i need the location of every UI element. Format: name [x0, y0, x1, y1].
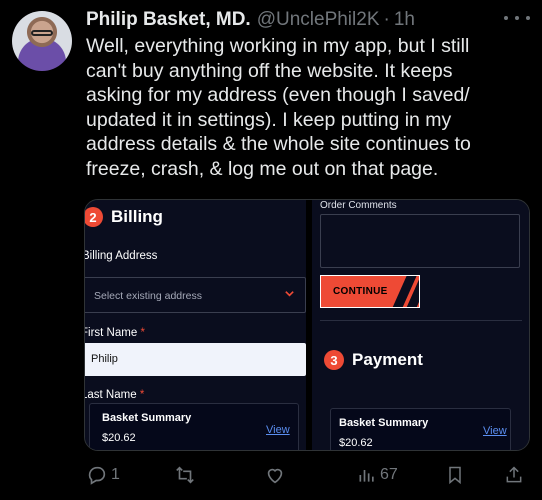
basket-summary-title: Basket Summary: [102, 412, 192, 424]
view-basket-link: View: [483, 425, 507, 437]
reply-button[interactable]: 1: [86, 462, 120, 488]
payment-step-header: 3 Payment: [324, 350, 423, 370]
last-name-label: Last Name *: [84, 389, 145, 401]
attached-media[interactable]: 2 Billing Billing Address Select existin…: [84, 199, 530, 451]
views-button[interactable]: 67: [357, 462, 398, 488]
tweet-text-line: freeze, crash, & log me out on that page…: [86, 157, 439, 180]
tweet-text-line: asking for my address (even though I sav…: [86, 84, 470, 107]
first-name-field: Philip: [85, 343, 306, 376]
retweet-button[interactable]: [174, 462, 196, 488]
chevron-down-icon: [284, 288, 295, 302]
reply-count: 1: [111, 466, 120, 483]
step-number-badge: 3: [324, 350, 344, 370]
bookmark-button[interactable]: [445, 462, 465, 488]
continue-button-label: CONTINUE: [333, 286, 388, 297]
billing-address-label: Billing Address: [84, 250, 158, 262]
address-select: Select existing address: [85, 277, 306, 313]
tweet-text-line: can't buy anything off the website. It k…: [86, 59, 453, 82]
payment-title: Payment: [352, 350, 423, 369]
billing-title: Billing: [111, 207, 163, 226]
more-icon[interactable]: [504, 8, 530, 28]
views-icon: [357, 464, 377, 486]
share-button[interactable]: [504, 462, 524, 488]
like-button[interactable]: [264, 462, 286, 488]
basket-summary: Basket Summary $20.62 View: [330, 408, 511, 450]
step-number-badge: 2: [85, 207, 103, 227]
tweet-text: Well, everything working in my app, but …: [86, 34, 526, 182]
avatar-glasses: [31, 30, 53, 36]
avatar[interactable]: [12, 11, 72, 71]
continue-button: CONTINUE: [320, 275, 420, 308]
basket-price: $20.62: [339, 437, 373, 449]
separator: ·: [383, 9, 390, 30]
tweet-text-line: Well, everything working in my app, but …: [86, 35, 470, 57]
author-handle[interactable]: @UnclePhil2K: [257, 9, 380, 31]
tweet: Philip Basket, MD. @UnclePhil2K · 1h Wel…: [0, 0, 542, 500]
payment-screenshot: Order Comments CONTINUE 3 Payment Basket…: [312, 200, 529, 450]
billing-step-header: 2 Billing: [85, 207, 163, 227]
views-count: 67: [380, 466, 398, 483]
basket-summary: Basket Summary $20.62 View: [89, 403, 299, 450]
author-name[interactable]: Philip Basket, MD.: [86, 9, 251, 31]
like-icon: [264, 464, 286, 486]
tweet-text-line: address details & the whole site continu…: [86, 133, 471, 156]
billing-screenshot: 2 Billing Billing Address Select existin…: [84, 200, 306, 450]
view-basket-link: View: [266, 424, 290, 436]
first-name-value: Philip: [91, 353, 118, 365]
order-comments-label: Order Comments: [320, 200, 397, 211]
timestamp[interactable]: 1h: [394, 9, 415, 31]
tweet-header: Philip Basket, MD. @UnclePhil2K · 1h: [86, 8, 415, 32]
tweet-actions: 1 67: [84, 462, 530, 488]
basket-summary-title: Basket Summary: [339, 417, 429, 429]
select-placeholder: Select existing address: [94, 290, 202, 302]
bookmark-icon: [445, 464, 465, 486]
basket-price: $20.62: [102, 432, 136, 444]
tweet-text-line: updated it in settings). I keep putting …: [86, 108, 452, 131]
share-icon: [504, 464, 524, 486]
retweet-icon: [174, 464, 196, 486]
order-comments-field: [320, 214, 520, 268]
first-name-label: First Name *: [84, 327, 145, 339]
reply-icon: [86, 464, 108, 486]
section-divider: [320, 320, 522, 321]
